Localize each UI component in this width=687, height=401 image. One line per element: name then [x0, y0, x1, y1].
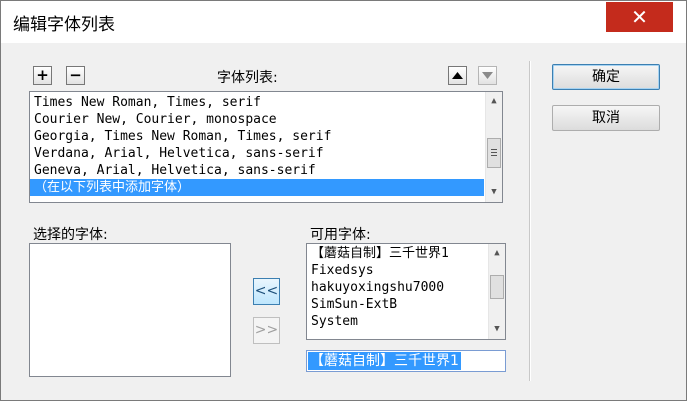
available-font-input-value: 【蘑菇自制】三千世界1 — [308, 352, 461, 370]
font-list-item[interactable]: Times New Roman, Times, serif — [30, 94, 484, 111]
font-list-item[interactable]: Courier New, Courier, monospace — [30, 111, 484, 128]
available-fonts-rows: 【蘑菇自制】三千世界1 Fixedsys hakuyoxingshu7000 SimS… — [307, 245, 487, 330]
triangle-up-icon — [452, 72, 463, 79]
available-font-item[interactable]: System — [307, 313, 487, 330]
chosen-fonts-label: 选择的字体: — [33, 227, 108, 243]
font-list-item[interactable]: Georgia, Times New Roman, Times, serif — [30, 128, 484, 145]
scroll-thumb[interactable] — [487, 138, 501, 168]
scroll-thumb[interactable] — [490, 275, 504, 299]
remove-from-chosen-button[interactable]: >> — [253, 317, 280, 344]
close-icon: ✕ — [631, 5, 648, 29]
title-bar: 编辑字体列表 ✕ — [1, 1, 686, 43]
available-font-input[interactable]: 【蘑菇自制】三千世界1 — [306, 350, 506, 372]
triangle-down-icon — [482, 72, 493, 79]
font-list-rows: Times New Roman, Times, serif Courier New… — [30, 94, 484, 196]
add-font-button[interactable]: + — [33, 66, 52, 85]
chosen-fonts-list[interactable] — [29, 243, 231, 377]
add-to-chosen-button[interactable]: << — [253, 278, 280, 305]
move-up-button[interactable] — [448, 66, 467, 85]
close-button[interactable]: ✕ — [606, 2, 673, 32]
available-font-item[interactable]: Fixedsys — [307, 262, 487, 279]
scroll-down-arrow-icon[interactable]: ▼ — [489, 321, 505, 338]
scroll-up-arrow-icon[interactable]: ▲ — [489, 245, 505, 262]
font-list-item[interactable]: Geneva, Arial, Helvetica, sans-serif — [30, 162, 484, 179]
cancel-button[interactable]: 取消 — [552, 105, 660, 131]
scroll-up-arrow-icon[interactable]: ▲ — [486, 93, 502, 110]
available-font-item[interactable]: hakuyoxingshu7000 — [307, 279, 487, 296]
remove-font-button[interactable]: − — [66, 66, 85, 85]
available-fonts-scrollbar[interactable]: ▲ ▼ — [488, 244, 505, 339]
edit-font-list-dialog: 编辑字体列表 ✕ + − 字体列表: Times New Roman, Time… — [0, 0, 687, 401]
available-font-item[interactable]: SimSun-ExtB — [307, 296, 487, 313]
move-down-button[interactable] — [478, 66, 497, 85]
ok-button[interactable]: 确定 — [552, 64, 660, 90]
font-list-scrollbar[interactable]: ▲ ▼ — [485, 92, 502, 202]
available-font-item[interactable]: 【蘑菇自制】三千世界1 — [307, 245, 487, 262]
font-list[interactable]: Times New Roman, Times, serif Courier New… — [29, 91, 503, 203]
dialog-title: 编辑字体列表 — [13, 15, 115, 35]
vertical-separator — [529, 61, 531, 381]
scroll-down-arrow-icon[interactable]: ▼ — [486, 184, 502, 201]
font-list-label: 字体列表: — [217, 70, 278, 86]
available-fonts-label: 可用字体: — [310, 227, 371, 243]
font-list-item[interactable]: （在以下列表中添加字体） — [30, 179, 484, 196]
font-list-item[interactable]: Verdana, Arial, Helvetica, sans-serif — [30, 145, 484, 162]
available-fonts-list[interactable]: 【蘑菇自制】三千世界1 Fixedsys hakuyoxingshu7000 SimS… — [306, 243, 506, 340]
